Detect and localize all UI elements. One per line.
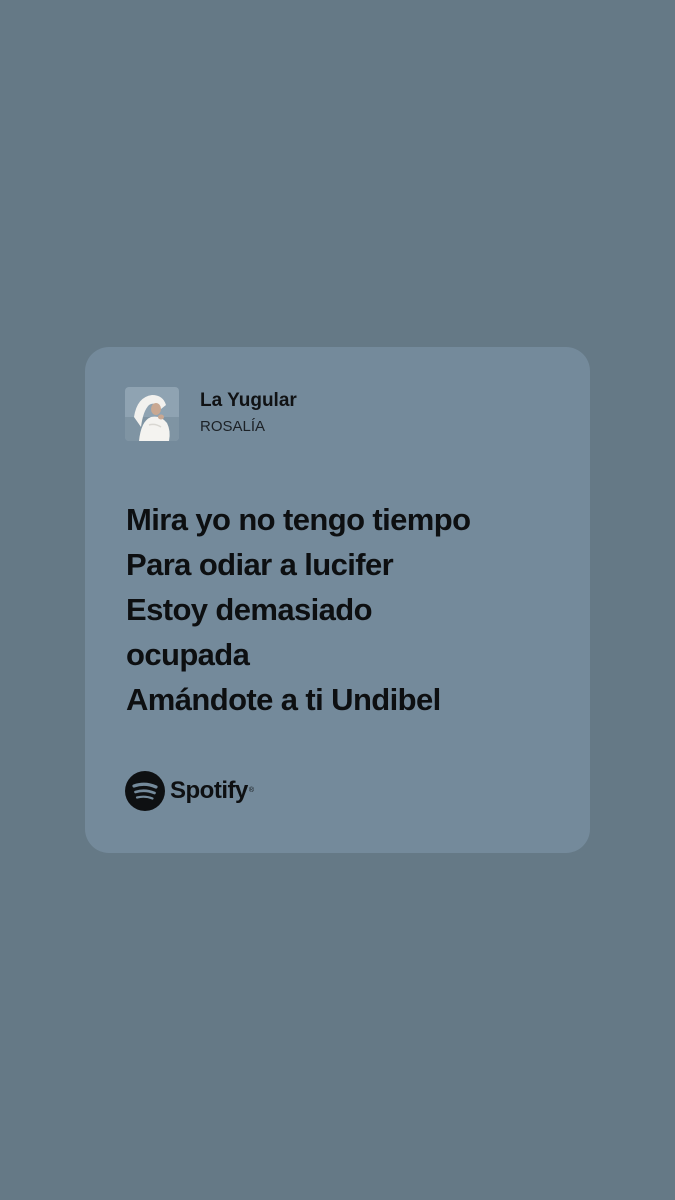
spotify-logo-icon <box>125 771 165 811</box>
lyrics-block: Mira yo no tengo tiempo Para odiar a luc… <box>126 497 566 722</box>
track-title: La Yugular <box>200 390 297 411</box>
album-cover-image <box>125 387 179 441</box>
registered-mark: ® <box>248 786 254 794</box>
lyric-line: Mira yo no tengo tiempo <box>126 502 471 537</box>
spotify-brand: Spotify ® <box>125 771 254 811</box>
lyric-line: Para odiar a lucifer <box>126 547 394 582</box>
track-artist: ROSALÍA <box>200 418 266 435</box>
lyric-line: Estoy demasiado <box>126 592 373 627</box>
lyrics-share-card: La Yugular ROSALÍA Mira yo no tengo tiem… <box>85 347 590 853</box>
track-header: La Yugular ROSALÍA <box>125 387 297 441</box>
lyric-line: Amándote a ti Undibel <box>126 682 441 717</box>
lyric-line: ocupada <box>126 637 250 672</box>
spotify-wordmark: Spotify <box>170 777 248 804</box>
